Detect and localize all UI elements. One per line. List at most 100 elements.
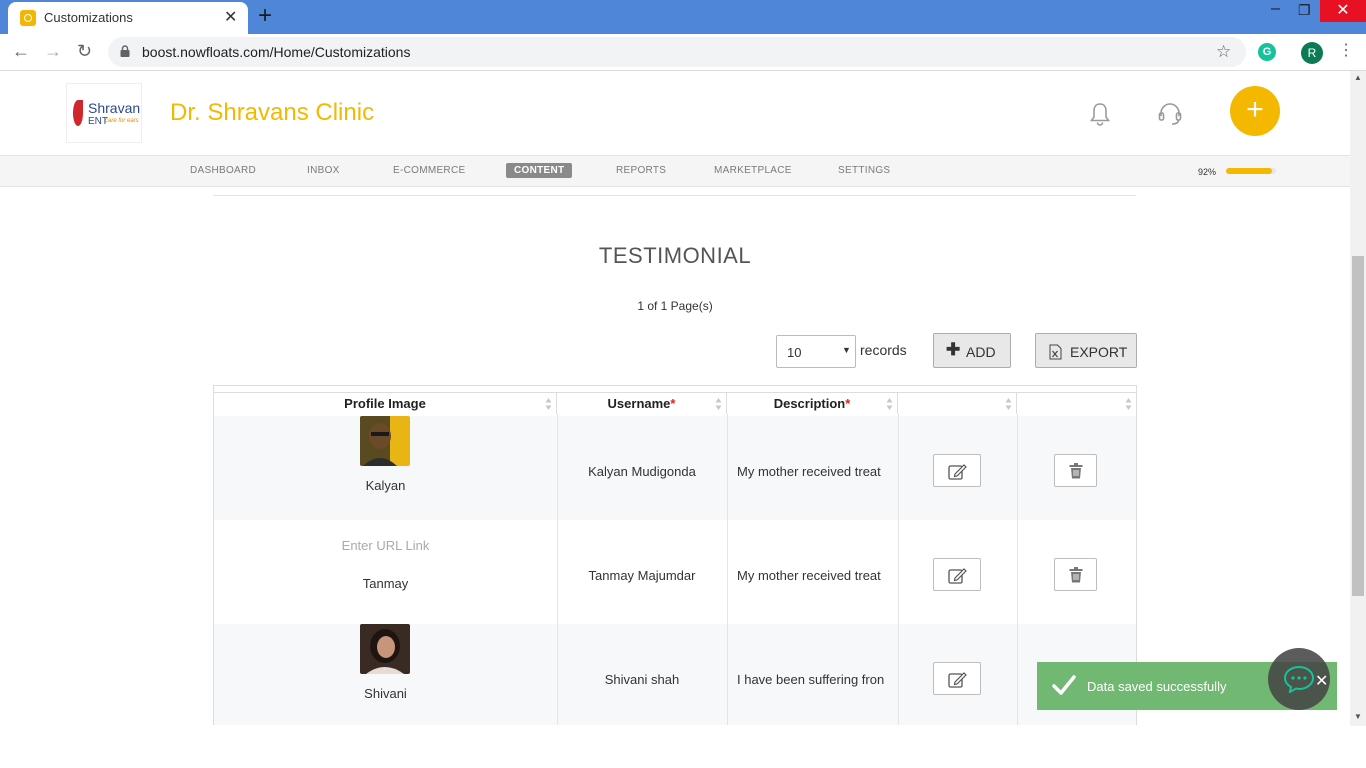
column-divider (898, 414, 899, 725)
username-cell: Tanmay Majumdar (588, 568, 696, 583)
column-header-profile-image[interactable]: Profile Image (214, 392, 557, 414)
sort-icon (715, 398, 722, 410)
profile-photo[interactable] (360, 624, 410, 674)
logo-tagline: care for ears (105, 118, 139, 124)
column-divider (1017, 414, 1018, 725)
reload-icon[interactable]: ↻ (77, 41, 92, 61)
table-row: Enter URL Link Tanmay Tanmay Majumdar My… (214, 520, 1136, 624)
toast-close-icon[interactable]: ✕ (1315, 671, 1328, 691)
image-url-placeholder[interactable]: Enter URL Link (214, 538, 557, 553)
records-value: 10 (787, 345, 802, 360)
description-cell: My mother received treat (737, 464, 881, 479)
url-text: boost.nowfloats.com/Home/Customizations (142, 44, 411, 60)
records-label: records (860, 342, 907, 358)
export-button[interactable]: EXPORT (1035, 333, 1137, 368)
page-count: 1 of 1 Page(s) (637, 299, 713, 313)
trash-icon (1069, 463, 1083, 479)
profile-name: Kalyan (365, 478, 406, 493)
nav-settings[interactable]: SETTINGS (838, 165, 890, 176)
column-header-label: Username (607, 396, 671, 411)
profile-progress-bar (1226, 168, 1276, 174)
content-divider (213, 195, 1136, 196)
description-cell: I have been suffering fron (737, 672, 885, 687)
edit-button[interactable] (933, 454, 981, 487)
column-header-edit[interactable] (898, 392, 1017, 414)
back-arrow-icon[interactable]: ← (12, 41, 30, 61)
app-header: Shravan ENT care for ears Dr. Shravans C… (0, 71, 1350, 155)
sort-icon (1125, 398, 1132, 410)
add-fab-button[interactable]: + (1230, 86, 1280, 136)
bell-icon[interactable] (1088, 101, 1112, 127)
scrollbar-thumb[interactable] (1352, 256, 1364, 596)
column-header-delete[interactable] (1017, 392, 1136, 414)
records-per-page-select[interactable]: 10 ▼ (776, 335, 856, 368)
required-marker: * (845, 396, 851, 411)
add-button-label: ADD (966, 344, 996, 360)
edit-icon (948, 568, 967, 584)
required-marker: * (670, 396, 676, 411)
forward-arrow-icon[interactable]: → (44, 41, 62, 61)
window-close-icon[interactable]: ✕ (1320, 0, 1366, 22)
profile-progress-fill (1226, 168, 1272, 174)
minimize-icon[interactable]: – (1271, 1, 1280, 17)
column-header-description[interactable]: Description* (727, 392, 898, 414)
nav-content[interactable]: CONTENT (506, 163, 573, 178)
nav-marketplace[interactable]: MARKETPLACE (714, 165, 792, 176)
grammarly-extension-icon[interactable]: G (1258, 43, 1276, 61)
column-divider (557, 414, 558, 725)
main-nav: DASHBOARD INBOX E-COMMERCE CONTENT REPOR… (0, 155, 1350, 187)
headset-icon[interactable] (1157, 101, 1183, 127)
table-row: Shivani Shivani shah I have been sufferi… (214, 624, 1136, 725)
profile-avatar[interactable]: R (1301, 42, 1323, 64)
clinic-logo[interactable]: Shravan ENT care for ears (66, 83, 142, 143)
column-header-username[interactable]: Username* (557, 392, 727, 414)
profile-name: Shivani (364, 686, 407, 701)
username-cell: Shivani shah (604, 672, 680, 687)
tab-close-icon[interactable]: ✕ (224, 7, 237, 27)
profile-photo[interactable] (360, 416, 410, 466)
scroll-down-icon[interactable]: ▼ (1354, 712, 1362, 721)
browser-menu-icon[interactable]: ⋮ (1338, 42, 1354, 60)
browser-titlebar: Customizations ✕ + – ❐ ✕ (0, 0, 1366, 34)
export-button-label: EXPORT (1070, 344, 1128, 360)
new-tab-icon[interactable]: + (258, 3, 272, 29)
nav-inbox[interactable]: INBOX (307, 165, 340, 176)
nav-reports[interactable]: REPORTS (616, 165, 666, 176)
trash-icon (1069, 567, 1083, 583)
edit-button[interactable] (933, 558, 981, 591)
plus-icon: ✚ (946, 340, 961, 359)
page-scrollbar[interactable]: ▲ ▼ (1350, 71, 1366, 726)
add-testimonial-button[interactable]: ✚ ADD (933, 333, 1011, 368)
testimonial-table: Profile Image Username* Description* Kal… (213, 385, 1137, 725)
favicon-icon (20, 10, 36, 26)
logo-text-top: Shravan (88, 100, 141, 116)
delete-button[interactable] (1054, 454, 1097, 487)
edit-button[interactable] (933, 662, 981, 695)
profile-name: Tanmay (362, 576, 409, 591)
excel-file-icon (1049, 344, 1062, 360)
nav-ecommerce[interactable]: E-COMMERCE (393, 165, 465, 176)
lock-icon (120, 45, 130, 57)
delete-button[interactable] (1054, 558, 1097, 591)
nav-dashboard[interactable]: DASHBOARD (190, 165, 256, 176)
scroll-up-icon[interactable]: ▲ (1354, 73, 1362, 82)
restore-icon[interactable]: ❐ (1298, 3, 1311, 17)
sort-icon (886, 398, 893, 410)
chat-bubble-icon (1283, 665, 1315, 693)
browser-tab[interactable]: Customizations ✕ (8, 2, 248, 34)
column-divider (727, 414, 728, 725)
browser-toolbar: ← → ↻ boost.nowfloats.com/Home/Customiza… (0, 34, 1366, 71)
checkmark-icon (1052, 675, 1076, 695)
address-bar[interactable]: boost.nowfloats.com/Home/Customizations … (108, 37, 1246, 67)
edit-icon (948, 464, 967, 480)
bookmark-star-icon[interactable]: ☆ (1216, 42, 1231, 62)
edit-icon (948, 672, 967, 688)
toast-message: Data saved successfully (1087, 679, 1227, 694)
sort-icon (1005, 398, 1012, 410)
page-title: TESTIMONIAL (598, 243, 752, 268)
table-row: Kalyan Kalyan Mudigonda My mother receiv… (214, 416, 1136, 520)
column-header-label: Profile Image (344, 396, 426, 411)
clinic-name[interactable]: Dr. Shravans Clinic (170, 99, 374, 127)
caret-down-icon: ▼ (842, 345, 851, 355)
sort-icon (545, 398, 552, 410)
